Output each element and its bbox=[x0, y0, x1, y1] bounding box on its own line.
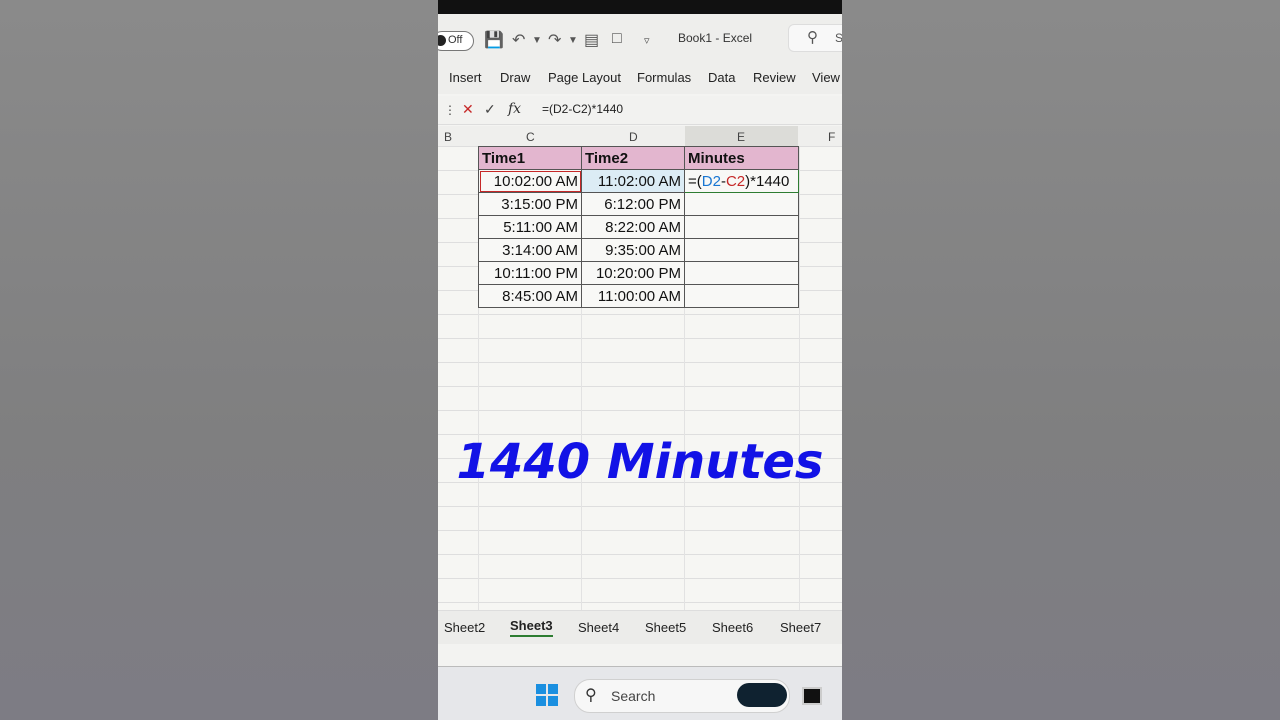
cell-e6[interactable] bbox=[684, 261, 799, 285]
cell-c2[interactable]: 10:02:00 AM bbox=[478, 169, 582, 193]
cell-e5[interactable] bbox=[684, 238, 799, 262]
formula-ref-c2: C2 bbox=[725, 172, 746, 190]
table-row: 5:11:00 AM 8:22:00 AM bbox=[478, 215, 799, 239]
insert-function-icon[interactable]: fx bbox=[508, 101, 521, 117]
cell-d5[interactable]: 9:35:00 AM bbox=[581, 238, 685, 262]
column-header-d[interactable]: D bbox=[629, 130, 638, 144]
column-header-f[interactable]: F bbox=[828, 130, 835, 144]
search-highlight-pill[interactable] bbox=[737, 683, 787, 707]
taskbar-search-label: Search bbox=[611, 688, 656, 704]
undo-icon[interactable]: ↶ bbox=[512, 30, 525, 50]
column-header-c[interactable]: C bbox=[526, 130, 535, 144]
taskbar-search[interactable]: ⚲ Search bbox=[574, 679, 790, 713]
header-cell-time1[interactable]: Time1 bbox=[478, 146, 582, 170]
table-row: 3:14:00 AM 9:35:00 AM bbox=[478, 238, 799, 262]
undo-dropdown-icon[interactable]: ▼ bbox=[532, 35, 542, 46]
header-cell-minutes[interactable]: Minutes bbox=[684, 146, 799, 170]
cell-d4[interactable]: 8:22:00 AM bbox=[581, 215, 685, 239]
tab-view[interactable]: View bbox=[812, 70, 840, 85]
column-headers: B C D E F bbox=[438, 126, 842, 148]
redo-icon[interactable]: ↷ bbox=[548, 30, 561, 50]
column-header-b[interactable]: B bbox=[444, 130, 452, 144]
sheet-tab-sheet6[interactable]: Sheet6 bbox=[712, 620, 753, 635]
formula-bar: ⋮ ✕ ✓ fx =(D2-C2)*1440 bbox=[438, 96, 842, 125]
sheet-tab-sheet5[interactable]: Sheet5 bbox=[645, 620, 686, 635]
formula-ref-d2: D2 bbox=[701, 172, 721, 190]
formula-suffix: )*1440 bbox=[745, 172, 790, 190]
cell-e2-editing[interactable]: =(D2-C2)*1440 bbox=[684, 169, 799, 193]
sheet-tab-sheet4[interactable]: Sheet4 bbox=[578, 620, 619, 635]
window-title: Book1 - Excel bbox=[678, 31, 753, 45]
autosave-label: Off bbox=[448, 34, 463, 46]
cell-d2[interactable]: 11:02:00 AM bbox=[581, 169, 685, 193]
enter-icon[interactable]: ✓ bbox=[484, 101, 496, 118]
sheet-tab-sheet2[interactable]: Sheet2 bbox=[444, 620, 485, 635]
form-icon[interactable]: ▤ bbox=[584, 30, 599, 50]
top-bezel bbox=[438, 0, 842, 14]
table-row: 3:15:00 PM 6:12:00 PM bbox=[478, 192, 799, 216]
tab-page-layout[interactable]: Page Layout bbox=[548, 70, 621, 85]
search-box[interactable]: ⚲ S bbox=[788, 24, 842, 52]
cell-e3[interactable] bbox=[684, 192, 799, 216]
taskbar-app-icon[interactable] bbox=[802, 687, 822, 705]
cell-d6[interactable]: 10:20:00 PM bbox=[581, 261, 685, 285]
customize-toolbar-icon[interactable]: ▿ bbox=[644, 34, 650, 47]
cell-c7[interactable]: 8:45:00 AM bbox=[478, 284, 582, 308]
status-bar bbox=[438, 644, 842, 667]
search-icon: ⚲ bbox=[807, 29, 818, 46]
sheet-tabs: Sheet2 Sheet3 Sheet4 Sheet5 Sheet6 Sheet… bbox=[438, 610, 842, 645]
tab-data[interactable]: Data bbox=[708, 70, 735, 85]
cell-d7[interactable]: 11:00:00 AM bbox=[581, 284, 685, 308]
tab-review[interactable]: Review bbox=[753, 70, 796, 85]
windows-start-icon[interactable] bbox=[536, 684, 558, 706]
cell-c4[interactable]: 5:11:00 AM bbox=[478, 215, 582, 239]
table-row: 8:45:00 AM 11:00:00 AM bbox=[478, 284, 799, 308]
data-table: Time1 Time2 Minutes 10:02:00 AM 11:02:00… bbox=[478, 146, 799, 308]
table-row: 10:11:00 PM 10:20:00 PM bbox=[478, 261, 799, 285]
cell-c3[interactable]: 3:15:00 PM bbox=[478, 192, 582, 216]
redo-dropdown-icon[interactable]: ▼ bbox=[568, 35, 578, 46]
comment-icon[interactable]: □ bbox=[612, 30, 622, 48]
gridline bbox=[799, 146, 800, 610]
formula-prefix: =( bbox=[688, 172, 702, 190]
sheet-tab-sheet3[interactable]: Sheet3 bbox=[510, 618, 553, 637]
tab-insert[interactable]: Insert bbox=[449, 70, 482, 85]
cell-c6[interactable]: 10:11:00 PM bbox=[478, 261, 582, 285]
cell-e4[interactable] bbox=[684, 215, 799, 239]
table-header-row: Time1 Time2 Minutes bbox=[478, 146, 799, 170]
cell-c5[interactable]: 3:14:00 AM bbox=[478, 238, 582, 262]
windows-taskbar: ⚲ Search bbox=[438, 667, 842, 720]
phone-screen: Off 💾 ↶ ▼ ↷ ▼ ▤ □ ▿ Book1 - Excel ⚲ S In… bbox=[438, 0, 842, 720]
header-cell-time2[interactable]: Time2 bbox=[581, 146, 685, 170]
search-label: S bbox=[835, 31, 842, 45]
cell-d3[interactable]: 6:12:00 PM bbox=[581, 192, 685, 216]
toggle-knob bbox=[438, 35, 446, 46]
ribbon-tabs: Insert Draw Page Layout Formulas Data Re… bbox=[438, 64, 842, 94]
tab-draw[interactable]: Draw bbox=[500, 70, 530, 85]
caption-overlay: 1440 Minutes bbox=[456, 434, 824, 490]
quick-access-toolbar: Off 💾 ↶ ▼ ↷ ▼ ▤ □ ▿ Book1 - Excel ⚲ S bbox=[438, 14, 842, 64]
column-header-e[interactable]: E bbox=[737, 130, 745, 144]
more-options-icon[interactable]: ⋮ bbox=[444, 103, 456, 117]
formula-input[interactable]: =(D2-C2)*1440 bbox=[542, 102, 623, 116]
table-row: 10:02:00 AM 11:02:00 AM =(D2-C2)*1440 bbox=[478, 169, 799, 193]
sheet-tab-sheet7[interactable]: Sheet7 bbox=[780, 620, 821, 635]
cell-e7[interactable] bbox=[684, 284, 799, 308]
tab-formulas[interactable]: Formulas bbox=[637, 70, 691, 85]
autosave-toggle[interactable]: Off bbox=[438, 31, 474, 51]
cancel-icon[interactable]: ✕ bbox=[462, 101, 474, 118]
save-icon[interactable]: 💾 bbox=[484, 30, 504, 50]
search-icon: ⚲ bbox=[585, 687, 597, 704]
